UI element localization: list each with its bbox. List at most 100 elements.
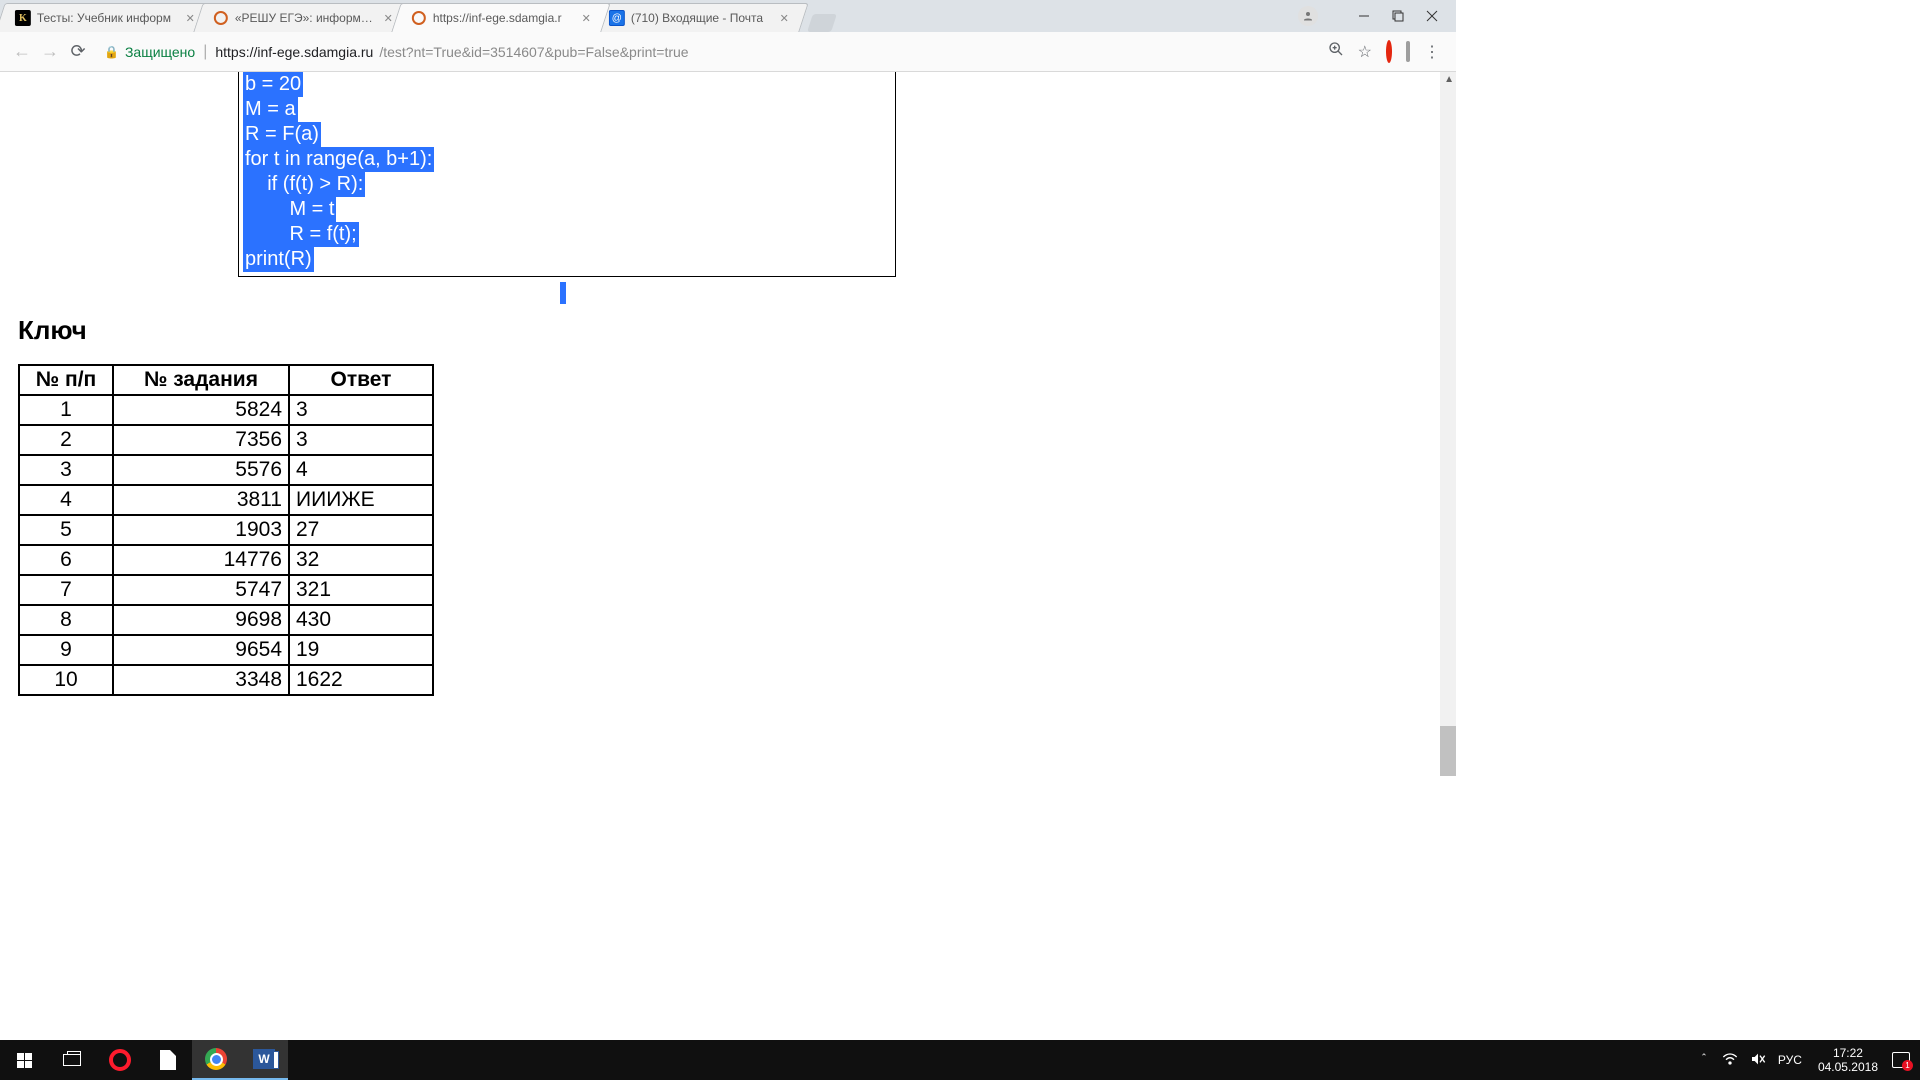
favicon-k-icon: K [15, 10, 31, 26]
browser-tab[interactable]: «РЕШУ ЕГЭ»: информати ✕ [193, 3, 412, 32]
cell-number: 8 [19, 605, 113, 635]
cell-number: 3 [19, 455, 113, 485]
separator: | [203, 43, 207, 61]
taskbar-opera-icon[interactable] [96, 1040, 144, 1080]
privacy-extension-icon[interactable] [1406, 43, 1410, 61]
tab-title: (710) Входящие - Почта [631, 11, 774, 25]
taskbar-clock[interactable]: 17:22 04.05.2018 [1808, 1046, 1888, 1074]
cell-number: 9 [19, 635, 113, 665]
table-row: 355764 [19, 455, 433, 485]
reload-button[interactable]: ⟳ [64, 38, 92, 66]
cell-answer: 3 [289, 395, 433, 425]
clock-date: 04.05.2018 [1818, 1060, 1878, 1074]
window-minimize-button[interactable] [1358, 10, 1370, 22]
back-button[interactable]: ← [8, 38, 36, 66]
answers-table: № п/п № задания Ответ 158243273563355764… [18, 364, 434, 696]
zoom-icon[interactable] [1328, 41, 1344, 62]
taskbar-word-icon[interactable]: W [240, 1040, 288, 1080]
cell-task: 9654 [113, 635, 289, 665]
code-line: if (f(t) > R): [243, 172, 365, 197]
cell-number: 4 [19, 485, 113, 515]
code-line: M = t [243, 197, 336, 222]
close-icon[interactable]: ✕ [186, 12, 195, 25]
close-icon[interactable]: ✕ [780, 12, 789, 25]
code-line: R = F(a) [243, 122, 321, 147]
cell-number: 7 [19, 575, 113, 605]
forward-button[interactable]: → [36, 38, 64, 66]
cell-task: 5747 [113, 575, 289, 605]
code-line: M = a [243, 97, 298, 122]
code-line: R = f(t); [243, 222, 359, 247]
cell-answer: 19 [289, 635, 433, 665]
taskbar-file-icon[interactable] [144, 1040, 192, 1080]
url-host: https://inf-ege.sdamgia.ru [215, 44, 373, 60]
table-row: 5190327 [19, 515, 433, 545]
action-center-icon[interactable]: 1 [1892, 1052, 1910, 1068]
table-header-row: № п/п № задания Ответ [19, 365, 433, 395]
cell-task: 9698 [113, 605, 289, 635]
cell-task: 5576 [113, 455, 289, 485]
window-maximize-button[interactable] [1392, 10, 1404, 22]
tab-title: «РЕШУ ЕГЭ»: информати [235, 11, 378, 25]
task-view-button[interactable] [48, 1040, 96, 1080]
cell-task: 7356 [113, 425, 289, 455]
favicon-mail-icon: @ [609, 10, 625, 26]
wifi-icon[interactable] [1716, 1053, 1744, 1068]
lock-icon: 🔒 [104, 45, 119, 59]
cell-answer: 32 [289, 545, 433, 575]
cell-answer: 1622 [289, 665, 433, 695]
cell-answer: 321 [289, 575, 433, 605]
col-number: № п/п [19, 365, 113, 395]
table-row: 9965419 [19, 635, 433, 665]
code-line: b = 20 [243, 72, 303, 97]
cell-answer: 4 [289, 455, 433, 485]
tab-title: https://inf-ege.sdamgia.r [433, 11, 576, 25]
clock-time: 17:22 [1818, 1046, 1878, 1060]
scrollbar-thumb[interactable] [1440, 726, 1456, 776]
table-row: 61477632 [19, 545, 433, 575]
browser-tab-active[interactable]: https://inf-ege.sdamgia.r ✕ [391, 3, 610, 32]
close-icon[interactable]: ✕ [582, 12, 591, 25]
col-answer: Ответ [289, 365, 433, 395]
table-row: 158243 [19, 395, 433, 425]
secure-label: Защищено [125, 44, 195, 60]
url-path: /test?nt=True&id=3514607&pub=False&print… [379, 44, 688, 60]
notification-badge: 1 [1902, 1060, 1913, 1071]
cell-answer: 27 [289, 515, 433, 545]
tray-chevron-up-icon[interactable]: ＾ [1692, 1052, 1716, 1069]
cell-task: 14776 [113, 545, 289, 575]
window-close-button[interactable] [1426, 10, 1438, 22]
cell-task: 3348 [113, 665, 289, 695]
vertical-scrollbar[interactable]: ▲ [1440, 72, 1456, 776]
code-line: print(R) [243, 247, 314, 272]
answers-key-heading: Ключ [18, 315, 1438, 346]
input-language[interactable]: РУС [1772, 1053, 1808, 1067]
browser-tab[interactable]: @ (710) Входящие - Почта ✕ [589, 3, 808, 32]
code-line: for t in range(a, b+1): [243, 147, 434, 172]
taskbar-chrome-icon[interactable] [192, 1040, 240, 1080]
cell-task: 1903 [113, 515, 289, 545]
opera-extension-icon[interactable] [1386, 43, 1392, 61]
cell-number: 10 [19, 665, 113, 695]
code-box[interactable]: b = 20 M = a R = F(a) for t in range(a, … [238, 72, 896, 277]
bookmark-star-icon[interactable]: ☆ [1358, 42, 1372, 62]
volume-muted-icon[interactable] [1744, 1052, 1772, 1069]
favicon-sun-icon [213, 10, 229, 26]
table-row: 43811ИИИЖЕ [19, 485, 433, 515]
profile-avatar-icon[interactable] [1298, 6, 1318, 26]
scroll-up-arrow-icon[interactable]: ▲ [1444, 74, 1454, 85]
col-task: № задания [113, 365, 289, 395]
page-viewport: b = 20 M = a R = F(a) for t in range(a, … [0, 72, 1456, 776]
new-tab-button[interactable] [807, 14, 837, 32]
address-bar[interactable]: 🔒 Защищено | https://inf-ege.sdamgia.ru /… [98, 38, 1314, 66]
close-icon[interactable]: ✕ [384, 12, 393, 25]
table-row: 273563 [19, 425, 433, 455]
text-cursor [560, 282, 566, 304]
tab-title: Тесты: Учебник информ [37, 11, 180, 25]
cell-task: 3811 [113, 485, 289, 515]
kebab-menu-icon[interactable]: ⋮ [1424, 42, 1440, 62]
table-row: 89698430 [19, 605, 433, 635]
browser-tab[interactable]: K Тесты: Учебник информ ✕ [0, 3, 215, 32]
cell-answer: 3 [289, 425, 433, 455]
start-button[interactable] [0, 1040, 48, 1080]
